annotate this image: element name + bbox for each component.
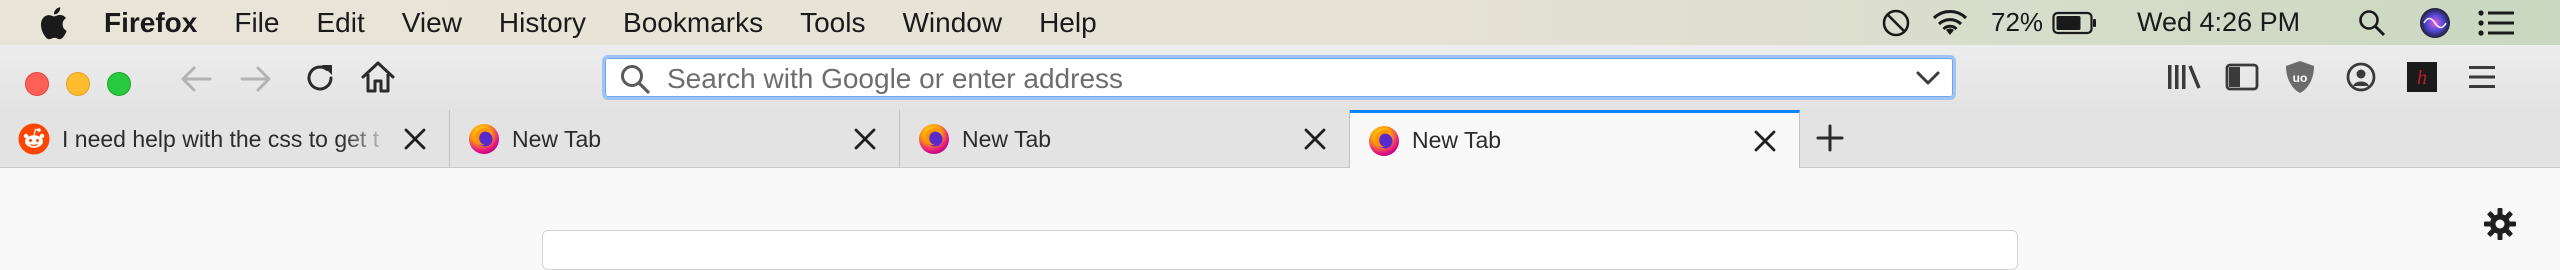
gear-icon[interactable]: [2482, 206, 2518, 242]
home-button[interactable]: [358, 57, 398, 97]
apple-menu-icon[interactable]: [38, 6, 68, 40]
navigation-toolbar: uo h: [0, 45, 2560, 110]
search-icon: [621, 65, 650, 94]
menu-window[interactable]: Window: [902, 7, 1002, 39]
home-icon: [361, 61, 395, 93]
window-close-button[interactable]: [25, 72, 49, 96]
firefox-icon: [919, 124, 949, 154]
ublock-origin-button[interactable]: uo: [2280, 57, 2320, 97]
new-tab-button[interactable]: [1812, 120, 1848, 156]
account-icon: [2346, 62, 2376, 92]
tab-reddit[interactable]: I need help with the css to get t: [0, 110, 450, 168]
tab-title: New Tab: [512, 125, 602, 152]
hypothesis-icon: h: [2407, 62, 2437, 92]
sidebar-button[interactable]: [2222, 59, 2262, 95]
back-arrow-icon: [181, 66, 212, 92]
close-tab-icon[interactable]: [401, 125, 429, 153]
menu-help[interactable]: Help: [1039, 7, 1097, 39]
newtab-search-box[interactable]: [542, 230, 2018, 270]
menu-file[interactable]: File: [234, 7, 279, 39]
svg-text:uo: uo: [2293, 71, 2308, 85]
library-icon: [2168, 65, 2201, 89]
chevron-down-icon[interactable]: [1915, 70, 1941, 86]
macos-menubar: Firefox File Edit View History Bookmarks…: [0, 0, 2560, 45]
close-tab-icon[interactable]: [851, 125, 879, 153]
tab-title: I need help with the css to get t: [62, 125, 380, 152]
tab-new-tab-1[interactable]: New Tab: [450, 110, 900, 168]
tab-strip: I need help with the css to get t New Ta…: [0, 110, 2560, 168]
wifi-icon[interactable]: [1930, 0, 1970, 45]
battery-icon[interactable]: [2052, 0, 2098, 45]
ublock-shield-icon: uo: [2286, 61, 2314, 93]
forward-button[interactable]: [236, 61, 276, 97]
tab-new-tab-2[interactable]: New Tab: [900, 110, 1350, 168]
new-tab-page: [0, 168, 2560, 270]
window-minimize-button[interactable]: [66, 72, 90, 96]
window-zoom-button[interactable]: [107, 72, 131, 96]
back-button[interactable]: [176, 61, 216, 97]
tab-title: New Tab: [1412, 127, 1502, 153]
reddit-icon: [18, 123, 50, 155]
reload-icon: [307, 65, 333, 91]
library-button[interactable]: [2164, 59, 2204, 95]
do-not-disturb-icon[interactable]: [1880, 0, 1912, 45]
firefox-icon: [469, 124, 499, 154]
url-bar[interactable]: [602, 55, 1956, 100]
tab-title: New Tab: [962, 125, 1052, 152]
app-menu-button[interactable]: [2462, 59, 2502, 95]
url-input[interactable]: [665, 61, 1869, 97]
account-button[interactable]: [2341, 58, 2381, 96]
svg-text:h: h: [2417, 67, 2427, 89]
tab-new-tab-active[interactable]: New Tab: [1350, 110, 1800, 168]
close-tab-icon[interactable]: [1751, 127, 1779, 155]
siri-icon[interactable]: [2418, 0, 2452, 45]
menu-tools[interactable]: Tools: [800, 7, 865, 39]
spotlight-search-icon[interactable]: [2357, 0, 2387, 45]
sidebar-icon: [2225, 63, 2259, 91]
reload-button[interactable]: [300, 58, 340, 98]
menu-view[interactable]: View: [402, 7, 462, 39]
notification-center-icon[interactable]: [2477, 0, 2515, 45]
firefox-icon: [1369, 125, 1399, 156]
menu-bookmarks[interactable]: Bookmarks: [623, 7, 763, 39]
hamburger-menu-icon: [2469, 66, 2495, 88]
hypothesis-extension-button[interactable]: h: [2404, 58, 2440, 96]
close-tab-icon[interactable]: [1301, 125, 1329, 153]
battery-percent: 72%: [1991, 7, 2044, 37]
forward-arrow-icon: [240, 66, 271, 92]
menu-app-firefox[interactable]: Firefox: [104, 7, 197, 39]
plus-icon: [1816, 124, 1844, 152]
menu-edit[interactable]: Edit: [316, 7, 364, 39]
menubar-clock[interactable]: Wed 4:26 PM: [2137, 0, 2300, 45]
menu-history[interactable]: History: [499, 7, 586, 39]
